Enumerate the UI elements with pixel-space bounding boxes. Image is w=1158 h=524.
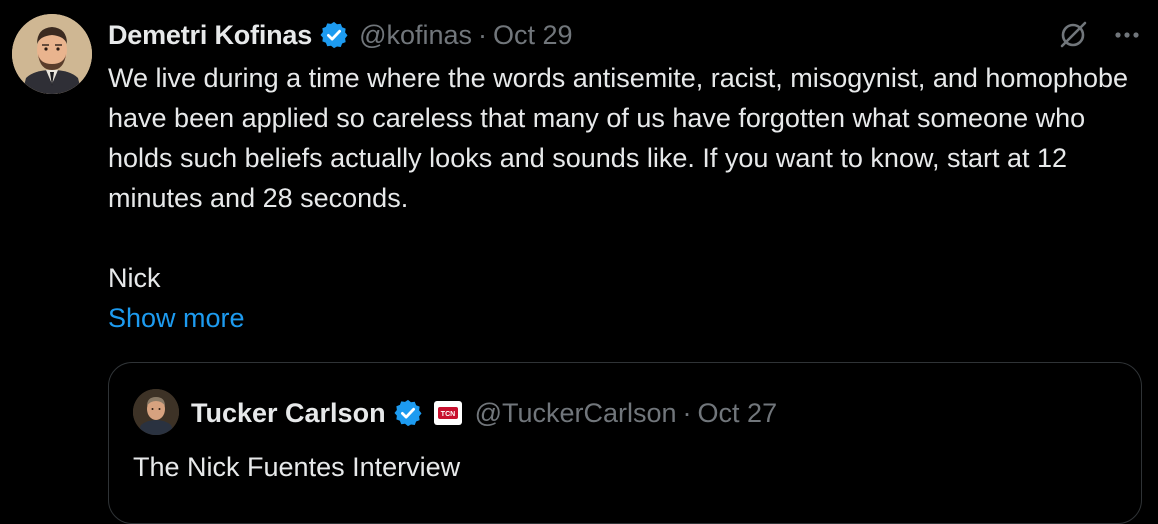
tweet-paragraph: Nick [108, 263, 161, 293]
quoted-author-handle[interactable]: @TuckerCarlson [475, 398, 677, 429]
quoted-author-name[interactable]: Tucker Carlson [191, 398, 386, 429]
quoted-tweet-text: The Nick Fuentes Interview [133, 452, 461, 482]
author-avatar-image [12, 14, 92, 94]
tweet-paragraph: We live during a time where the words an… [108, 63, 1128, 213]
quoted-tweet[interactable]: Tucker Carlson TCN @TuckerCarlson · Oct … [108, 362, 1142, 524]
affiliate-badge-text: TCN [440, 411, 454, 418]
affiliate-badge-icon[interactable]: TCN [433, 398, 463, 428]
quoted-author-avatar[interactable] [133, 389, 179, 435]
tweet-text: We live during a time where the words an… [108, 58, 1148, 298]
quoted-tweet-header: Tucker Carlson TCN @TuckerCarlson · Oct … [191, 393, 777, 433]
tweet-date[interactable]: Oct 29 [493, 20, 573, 51]
separator-dot: · [682, 397, 692, 428]
verified-badge-icon[interactable] [393, 398, 423, 428]
tweet-actions-top [1056, 18, 1142, 57]
quoted-tweet-date[interactable]: Oct 27 [698, 398, 778, 429]
verified-badge-icon[interactable] [319, 20, 349, 50]
author-avatar[interactable] [12, 14, 92, 94]
quoted-avatar-image [133, 389, 179, 435]
tweet-header: Demetri Kofinas @kofinas · Oct 29 [108, 14, 573, 56]
show-more-link[interactable]: Show more [108, 298, 245, 338]
separator-dot: · [478, 19, 488, 50]
more-icon[interactable] [1112, 20, 1142, 55]
author-handle[interactable]: @kofinas [359, 20, 472, 51]
tweet[interactable]: Demetri Kofinas @kofinas · Oct 29 We liv… [0, 0, 1158, 524]
author-name[interactable]: Demetri Kofinas [108, 20, 312, 51]
grok-icon[interactable] [1056, 18, 1090, 57]
